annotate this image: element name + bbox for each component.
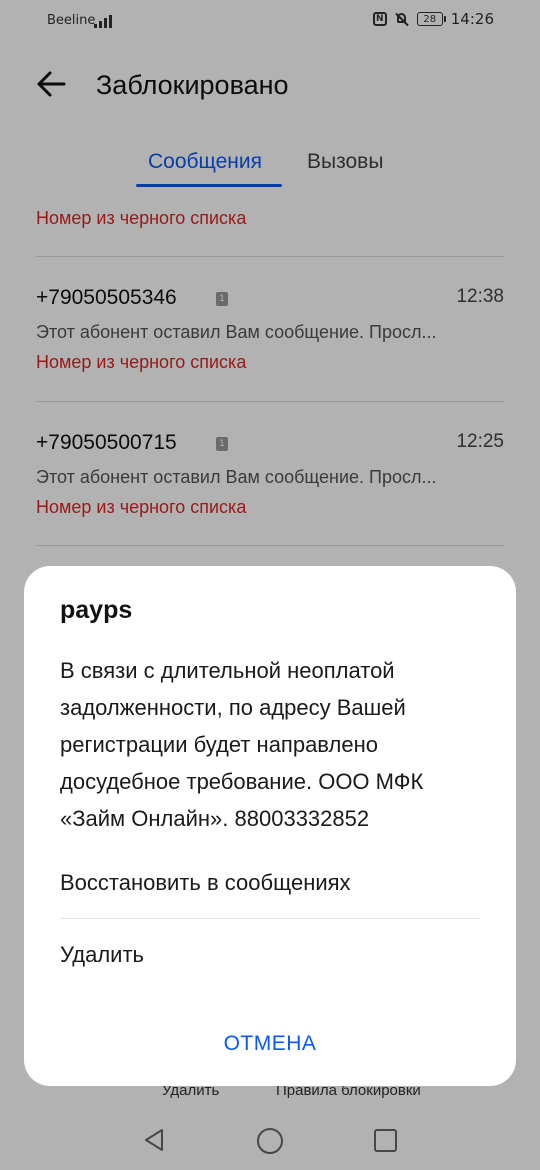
restore-to-messages-button[interactable]: Восстановить в сообщениях [60, 870, 351, 896]
delete-button[interactable]: Удалить [60, 942, 144, 968]
message-dialog: payps В связи с длительной неоплатой зад… [24, 566, 516, 1086]
dialog-title: payps [60, 596, 133, 624]
divider [60, 918, 480, 919]
cancel-button[interactable]: ОТМЕНА [24, 1032, 516, 1056]
dialog-message-body: В связи с длительной неоплатой задолженн… [60, 658, 424, 831]
